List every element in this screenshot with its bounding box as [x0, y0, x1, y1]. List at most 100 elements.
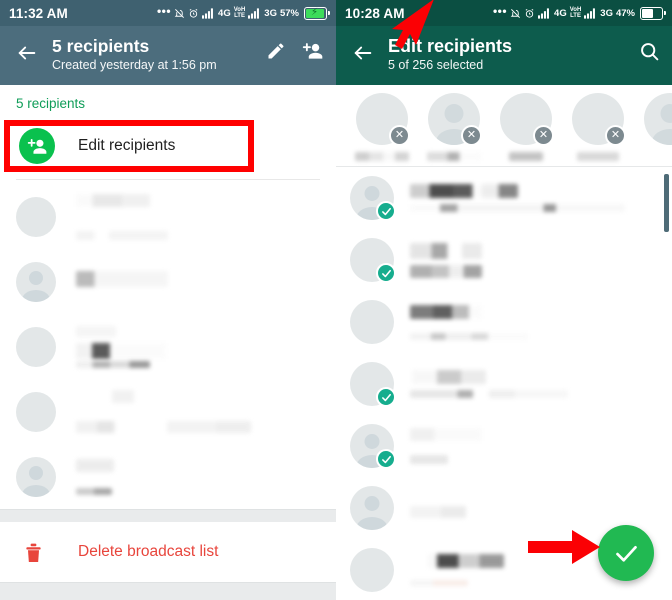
selected-chip[interactable]: ✕	[418, 93, 490, 161]
page-title: 5 recipients	[52, 36, 150, 56]
redacted-subtitle	[76, 230, 168, 240]
search-icon[interactable]	[639, 41, 660, 62]
left-status-icons: ••• 4G VoH LTE 3G 57% ⚡	[156, 4, 330, 20]
signal-bars-1-icon	[202, 7, 215, 19]
redacted-subtitle	[410, 204, 625, 212]
right-status-time: 10:28 AM	[345, 5, 405, 21]
redacted-name	[410, 242, 482, 259]
redacted-chip-name	[427, 152, 481, 161]
more-dots-icon: •••	[492, 4, 508, 18]
edit-recipients-button[interactable]: Edit recipients	[10, 126, 175, 166]
selected-chip[interactable]: ✕	[346, 93, 418, 161]
contact-text	[410, 492, 658, 524]
recipient-list	[0, 180, 336, 509]
list-item-text	[76, 390, 320, 433]
avatar	[16, 196, 56, 237]
page-title: Edit recipients	[388, 36, 513, 56]
right-bar-actions	[639, 41, 660, 62]
contact-text	[410, 428, 658, 464]
avatar	[644, 93, 672, 145]
contact-row[interactable]	[336, 353, 672, 415]
avatar	[350, 238, 396, 283]
avatar	[350, 300, 394, 344]
list-item[interactable]	[0, 444, 336, 509]
contact-text	[410, 242, 658, 278]
contact-row[interactable]	[336, 415, 672, 477]
right-status-bar: 10:28 AM ••• 4G VoH LTE 3G 47%	[336, 0, 672, 26]
back-button[interactable]	[12, 38, 42, 68]
check-icon	[376, 201, 396, 221]
redacted-subtitle	[410, 455, 448, 464]
left-bottom-filler	[0, 582, 336, 600]
contact-row[interactable]	[336, 167, 672, 229]
contact-text	[410, 304, 658, 340]
avatar	[350, 176, 396, 221]
trash-icon	[22, 542, 44, 563]
redacted-name	[410, 184, 518, 198]
delete-broadcast-list-label: Delete broadcast list	[78, 543, 219, 560]
add-person-icon[interactable]	[302, 41, 324, 61]
avatar	[16, 456, 56, 497]
redacted-name	[76, 270, 168, 287]
redacted-subtitle-2	[76, 360, 150, 368]
right-title-block: Edit recipients 5 of 256 selected	[388, 36, 639, 74]
redacted-name	[428, 554, 504, 568]
close-icon[interactable]: ✕	[389, 125, 410, 146]
redacted-subtitle	[410, 264, 482, 278]
volte-icon: VoH LTE	[569, 7, 582, 19]
list-item[interactable]	[0, 379, 336, 444]
redacted-subtitle	[76, 342, 166, 359]
more-dots-icon: •••	[156, 4, 172, 18]
selected-chip[interactable]: ✕	[490, 93, 562, 161]
close-icon[interactable]: ✕	[605, 125, 626, 146]
check-icon	[376, 449, 396, 469]
left-app-bar: 5 recipients Created yesterday at 1:56 p…	[0, 26, 336, 85]
redacted-name	[76, 458, 114, 472]
selected-recipients-strip[interactable]: ✕ ✕ ✕ ✕	[336, 85, 672, 167]
avatar	[350, 548, 394, 592]
list-item[interactable]	[0, 249, 336, 314]
list-item-text	[76, 193, 320, 240]
selected-chip[interactable]: ✕	[562, 93, 634, 161]
section-gap	[0, 509, 336, 522]
list-item[interactable]	[0, 184, 336, 249]
redacted-name	[412, 370, 486, 384]
redacted-chip-name	[355, 152, 409, 161]
avatar	[16, 326, 56, 367]
page-subtitle: Created yesterday at 1:56 pm	[52, 58, 217, 72]
avatar	[16, 391, 56, 432]
list-scrollbar[interactable]	[664, 174, 669, 232]
edit-recipients-highlight-box: Edit recipients	[4, 120, 254, 172]
redacted-subtitle	[76, 487, 112, 495]
redacted-name	[410, 506, 466, 518]
redacted-name	[410, 304, 482, 319]
battery-percent-label: 47%	[615, 7, 635, 19]
back-button[interactable]	[348, 38, 378, 68]
avatar	[16, 261, 56, 302]
redacted-subtitle	[410, 390, 568, 398]
selected-chip[interactable]: ✕	[634, 93, 672, 145]
contact-text	[410, 370, 658, 398]
left-bar-actions	[266, 41, 324, 61]
contact-row[interactable]	[336, 229, 672, 291]
check-icon	[376, 263, 396, 283]
edit-recipients-highlight: Edit recipients	[0, 120, 336, 172]
edit-pencil-icon[interactable]	[266, 41, 286, 61]
close-icon[interactable]: ✕	[533, 125, 554, 146]
mute-icon	[174, 8, 185, 19]
left-status-time: 11:32 AM	[9, 5, 68, 21]
check-icon	[376, 387, 396, 407]
delete-broadcast-list-button[interactable]: Delete broadcast list	[0, 522, 336, 582]
close-icon[interactable]: ✕	[461, 125, 482, 146]
avatar	[350, 362, 396, 407]
list-item[interactable]	[0, 314, 336, 379]
list-item-text	[76, 458, 320, 495]
add-person-icon	[19, 128, 55, 164]
redacted-name	[76, 193, 150, 207]
left-screen-broadcast-info: 11:32 AM ••• 4G VoH LTE 3G 57% ⚡ 5 recip…	[0, 0, 336, 600]
confirm-fab-button[interactable]	[598, 525, 654, 581]
contact-row[interactable]	[336, 291, 672, 353]
edit-recipients-label: Edit recipients	[78, 137, 176, 154]
volte-icon: VoH LTE	[233, 7, 246, 19]
battery-percent-label: 57%	[279, 7, 299, 19]
